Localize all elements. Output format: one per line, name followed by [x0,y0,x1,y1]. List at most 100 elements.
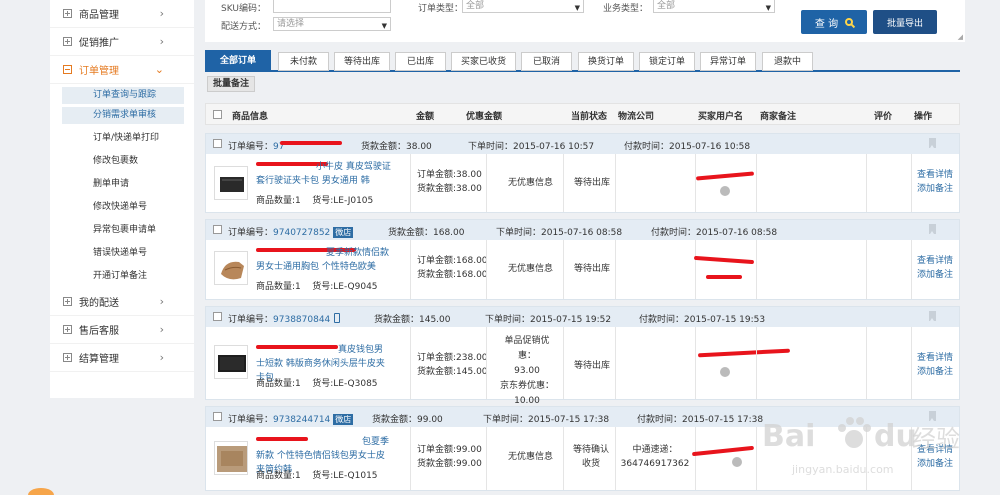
th-buyer: 买家用户名 [698,112,744,122]
sidebar-item-print[interactable]: 订单/快递单打印 [62,127,194,150]
order-amounts: 订单金额:38.00 货款金额:38.00 [417,170,482,194]
floating-widget[interactable] [28,488,54,495]
order-type-select[interactable]: 全部 ▼ [462,0,584,13]
sidebar-item-edit-tracking[interactable]: 修改快递单号 [62,196,194,219]
pay-time: 付款时间：2015-07-16 10:58 [624,142,751,152]
product-image[interactable] [214,441,248,475]
sidebar-item-exception-package[interactable]: 异常包裹申请单 [62,219,194,242]
nav-group-promotion[interactable]: 促销推广 › [50,28,194,56]
flag-icon[interactable] [929,138,936,148]
flag-icon[interactable] [929,311,936,321]
order-checkbox[interactable] [213,312,222,321]
pay-time: 付款时间：2015-07-15 19:53 [639,315,766,325]
nav-group-products[interactable]: 商品管理 › [50,0,194,28]
divider [486,327,487,399]
view-details-link[interactable]: 查看详情 [917,254,953,268]
order-status: 等待出库 [574,178,611,188]
divider [563,327,564,399]
divider [410,427,411,490]
order-status: 等待出库 [574,264,611,274]
wallet-image [218,355,246,372]
tab-cancelled[interactable]: 已取消 [521,52,572,71]
caret-down-icon: ▼ [381,22,387,30]
expand-icon [63,325,72,334]
order-checkbox[interactable] [213,225,222,234]
add-remark-link[interactable]: 添加备注 [917,365,953,379]
tab-received[interactable]: 买家已收货 [451,52,516,71]
nav-group-label: 订单管理 [79,66,119,77]
divider [486,154,487,212]
tab-unpaid[interactable]: 未付款 [278,52,329,71]
watermark-jingyan: 经验 [912,425,960,453]
view-details-link[interactable]: 查看详情 [917,168,953,182]
discount-info: 单品促销优惠： 93.00 京东券优惠： 10.00 [499,336,554,406]
nav-group-settlement[interactable]: 结算管理 › [50,344,194,372]
order-amounts: 订单金额:99.00 货款金额:99.00 [417,445,482,469]
divider [695,240,696,299]
product-image[interactable] [214,251,248,285]
tab-locked[interactable]: 锁定订单 [639,52,695,71]
tab-awaiting-shipment[interactable]: 等待出库 [334,52,390,71]
tab-all-orders[interactable]: 全部订单 [205,50,271,71]
tab-shipped[interactable]: 已出库 [395,52,446,71]
order-status: 等待确认 收货 [572,445,609,469]
tab-refunding[interactable]: 退款中 [762,52,813,71]
nav-group-orders[interactable]: 订单管理 ⌄ [50,56,194,84]
table-header: 商品信息 金额 优惠金额 当前状态 物流公司 买家用户名 商家备注 评价 操作 [205,103,960,125]
divider [756,154,757,212]
sidebar-item-package-count[interactable]: 修改包裹数 [62,150,194,173]
product-image[interactable] [214,345,248,379]
nav-group-after-sales[interactable]: 售后客服 › [50,316,194,344]
discount-info: 无优惠信息 [508,264,554,274]
resize-icon: ◢ [957,33,963,41]
select-all-checkbox[interactable] [213,110,222,119]
sidebar-item-distribution-review[interactable]: 分销需求单审核 [62,107,184,124]
export-button[interactable]: 批量导出 [873,10,937,34]
product-qty-sku: 商品数量:1 货号:LE-J0105 [256,196,374,206]
add-remark-link[interactable]: 添加备注 [917,268,953,282]
expand-icon [63,353,72,362]
redaction-mark [693,255,755,265]
th-amount: 金额 [416,112,435,122]
sku-input[interactable] [273,0,391,13]
product-name[interactable]: 小牛皮 真皮驾驶证套行驶证夹卡包 男女通用 韩 [256,160,391,188]
flag-icon[interactable] [929,224,936,234]
order-actions: 查看详情 添加备注 [917,168,953,196]
sidebar-item-order-query[interactable]: 订单查询与跟踪 [62,87,184,104]
order-checkbox[interactable] [213,139,222,148]
divider [410,327,411,399]
batch-note-button[interactable]: 批量备注 [207,76,255,92]
tab-exchange[interactable]: 换货订单 [578,52,634,71]
divider [615,427,616,490]
divider [866,154,867,212]
redaction-mark [280,141,342,145]
sidebar-item-delete-request[interactable]: 删单申请 [62,173,194,196]
view-details-link[interactable]: 查看详情 [917,351,953,365]
buyer-avatar [720,367,730,377]
order-actions: 查看详情 添加备注 [917,351,953,379]
divider [695,154,696,212]
product-image[interactable] [214,166,248,200]
order-checkbox[interactable] [213,412,222,421]
th-logistics: 物流公司 [618,112,655,122]
order-time: 下单时间：2015-07-16 08:58 [496,228,623,238]
ship-select[interactable]: 请选择 ▼ [273,17,391,31]
chevron-right-icon: › [159,295,164,308]
sidebar: 商品管理 › 促销推广 › 订单管理 ⌄ 订单查询与跟踪 分销需求单审核 订单/… [50,0,194,398]
nav-group-label: 结算管理 [79,354,119,365]
divider [615,327,616,399]
logistics-info: 中通速递： 364746917362 [620,445,690,469]
redaction-mark [691,445,755,457]
tab-exception[interactable]: 异常订单 [700,52,756,71]
sidebar-item-wrong-tracking[interactable]: 错误快递单号 [62,242,194,265]
query-button[interactable]: 查 询 [801,10,867,34]
order-number: 订单编号：9740727852 微店 [228,227,354,238]
divider [695,427,696,490]
sku-label: SKU编码： [221,4,266,14]
divider [911,240,912,299]
add-remark-link[interactable]: 添加备注 [917,182,953,196]
biz-type-select[interactable]: 全部 ▼ [653,0,775,13]
nav-group-delivery[interactable]: 我的配送 › [50,288,194,316]
product-name[interactable]: 夏季新款情侣款男女士通用胸包 个性特色欧美 [256,246,391,274]
sidebar-item-order-remark[interactable]: 开通订单备注 [62,265,194,288]
